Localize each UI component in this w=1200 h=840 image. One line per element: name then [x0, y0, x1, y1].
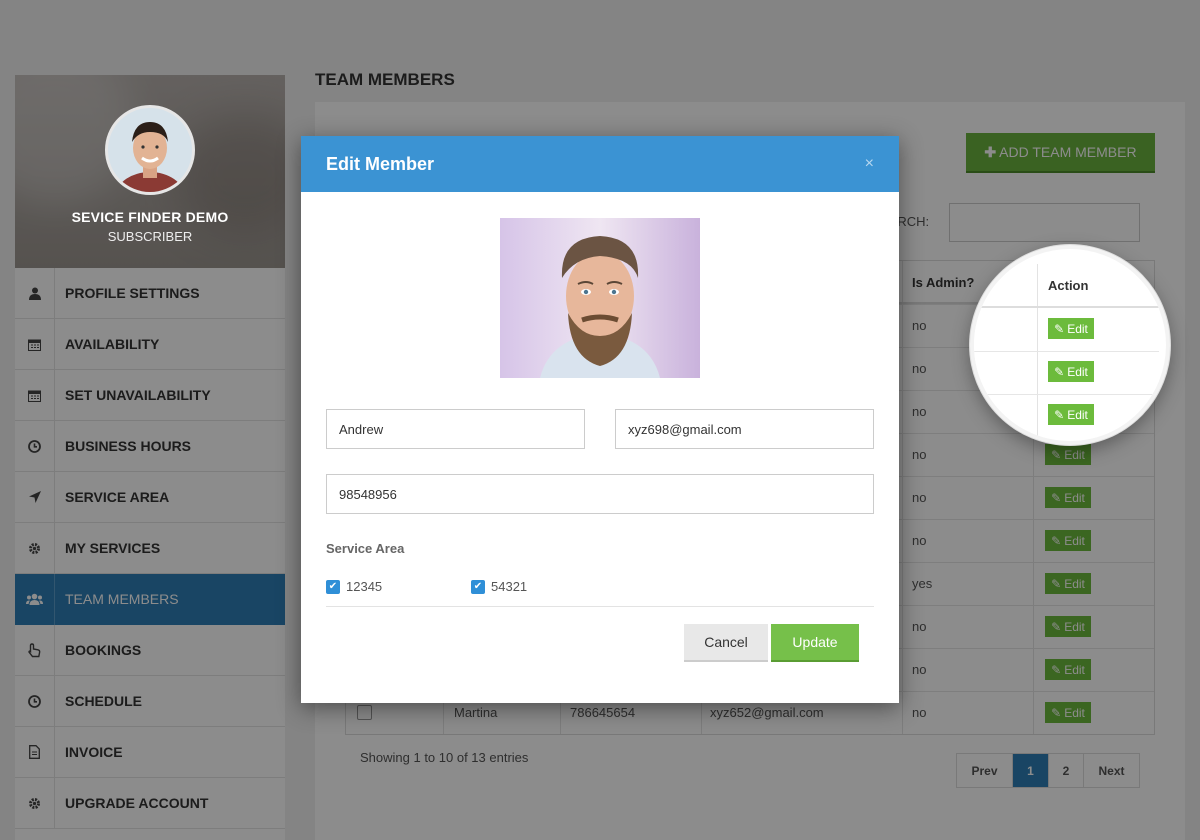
modal-divider — [326, 606, 874, 607]
magnifier-callout: Action ✎ Edit ✎ Edit ✎ Edit — [970, 245, 1170, 445]
profile-name: SEVICE FINDER DEMO — [71, 209, 229, 225]
avatar[interactable] — [105, 105, 195, 195]
edit-button[interactable]: ✎Edit — [1048, 361, 1094, 382]
service-area-option[interactable]: ✔ 54321 — [471, 579, 527, 594]
member-photo[interactable] — [500, 218, 700, 378]
service-area-option[interactable]: ✔ 12345 — [326, 579, 382, 594]
pencil-icon: ✎ — [1054, 364, 1065, 379]
avatar-image — [108, 108, 192, 192]
close-icon[interactable]: × — [865, 155, 874, 173]
member-name-field[interactable]: Andrew — [326, 409, 585, 449]
edit-label: Edit — [1067, 407, 1088, 422]
cancel-button[interactable]: Cancel — [684, 624, 768, 662]
modal-header: Edit Member × — [301, 136, 899, 192]
edit-member-modal: Edit Member × Andrew xyz698@gmail.com 98… — [301, 136, 899, 703]
edit-label: Edit — [1067, 364, 1088, 379]
pencil-icon: ✎ — [1054, 321, 1065, 336]
column-header-action: Action — [1048, 278, 1089, 293]
member-photo-image — [500, 218, 700, 378]
edit-button[interactable]: ✎Edit — [1048, 318, 1094, 339]
service-area-label: 12345 — [346, 579, 383, 594]
profile-role: SUBSCRIBER — [107, 229, 193, 244]
edit-label: Edit — [1067, 321, 1088, 336]
checkbox-checked-icon[interactable]: ✔ — [326, 579, 340, 594]
edit-button[interactable]: ✎Edit — [1048, 404, 1094, 425]
service-area-label: 54321 — [491, 579, 528, 594]
pencil-icon: ✎ — [1054, 407, 1065, 422]
checkbox-checked-icon[interactable]: ✔ — [471, 579, 485, 594]
update-button[interactable]: Update — [771, 624, 859, 662]
member-email-field[interactable]: xyz698@gmail.com — [615, 409, 874, 449]
modal-title: Edit Member — [326, 153, 435, 174]
member-phone-field[interactable]: 98548956 — [326, 474, 874, 514]
service-area-title: Service Area — [326, 541, 405, 556]
